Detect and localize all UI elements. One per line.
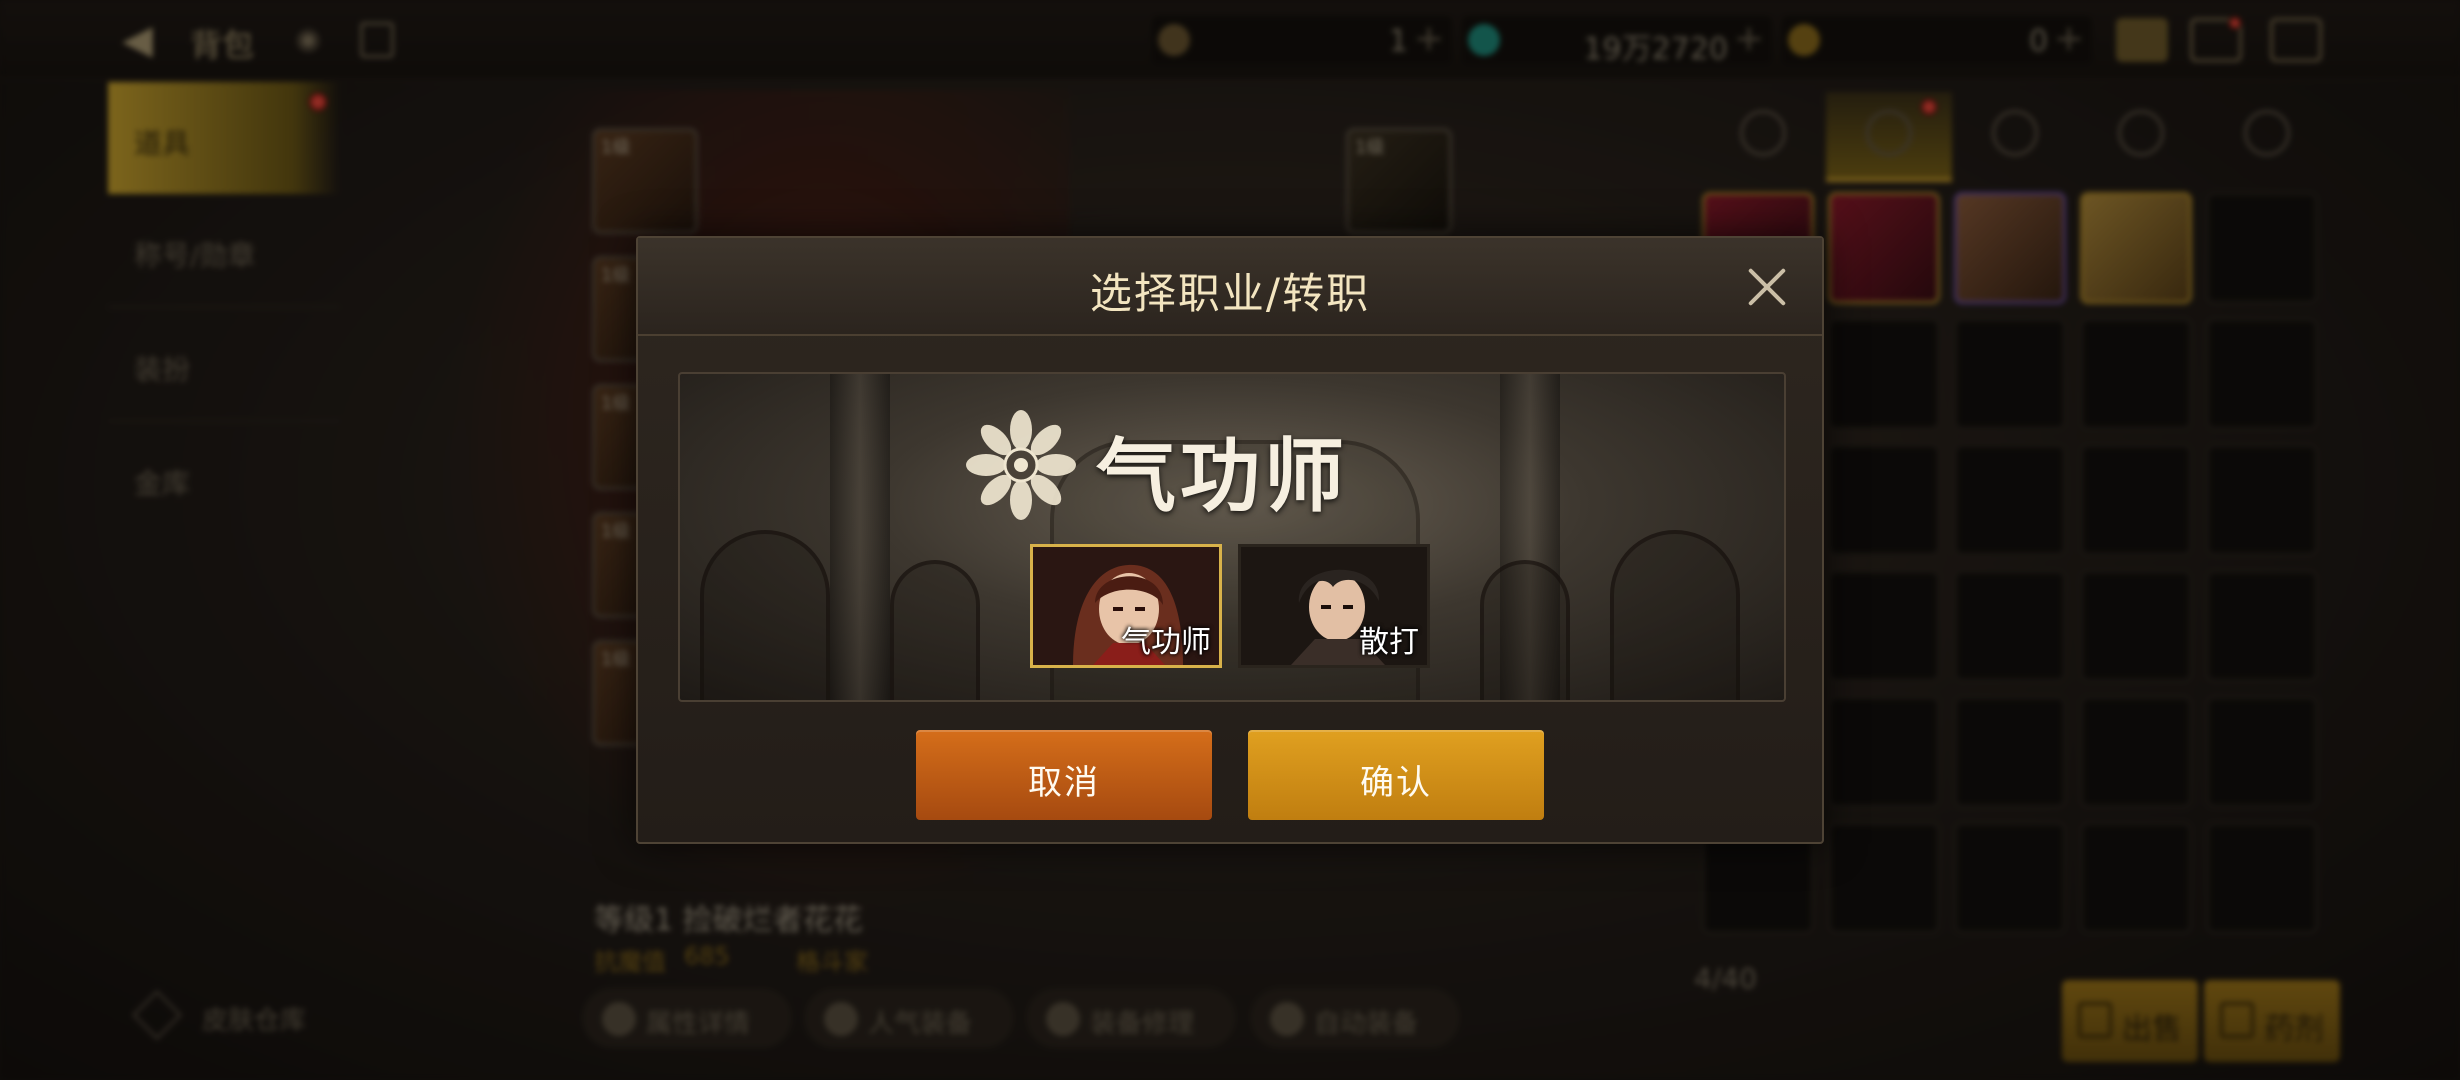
class-banner: 气功师 气功师 散打 — [678, 372, 1786, 702]
arch-decoration — [1480, 560, 1570, 700]
button-label: 取消 — [1028, 763, 1100, 803]
arch-decoration — [890, 560, 980, 700]
confirm-button[interactable]: 确认 — [1248, 730, 1544, 820]
lotus-emblem-icon — [966, 410, 1076, 520]
class-select-dialog: 选择职业/转职 气功师 气功师 散打 取消 确认 — [636, 236, 1824, 844]
dialog-header: 选择职业/转职 — [638, 238, 1822, 336]
dialog-title: 选择职业/转职 — [1089, 269, 1371, 318]
class-option-label: 散打 — [1359, 625, 1419, 660]
class-option-nen-master[interactable]: 气功师 — [1030, 544, 1222, 668]
close-icon[interactable] — [1742, 262, 1792, 312]
pillar-decoration — [830, 374, 890, 700]
arch-decoration — [1610, 530, 1740, 700]
arch-decoration — [700, 530, 830, 700]
cancel-button[interactable]: 取消 — [916, 730, 1212, 820]
class-option-striker[interactable]: 散打 — [1238, 544, 1430, 668]
class-option-label: 气功师 — [1121, 625, 1211, 660]
button-label: 确认 — [1360, 763, 1432, 803]
selected-class-name: 气功师 — [1096, 430, 1348, 523]
